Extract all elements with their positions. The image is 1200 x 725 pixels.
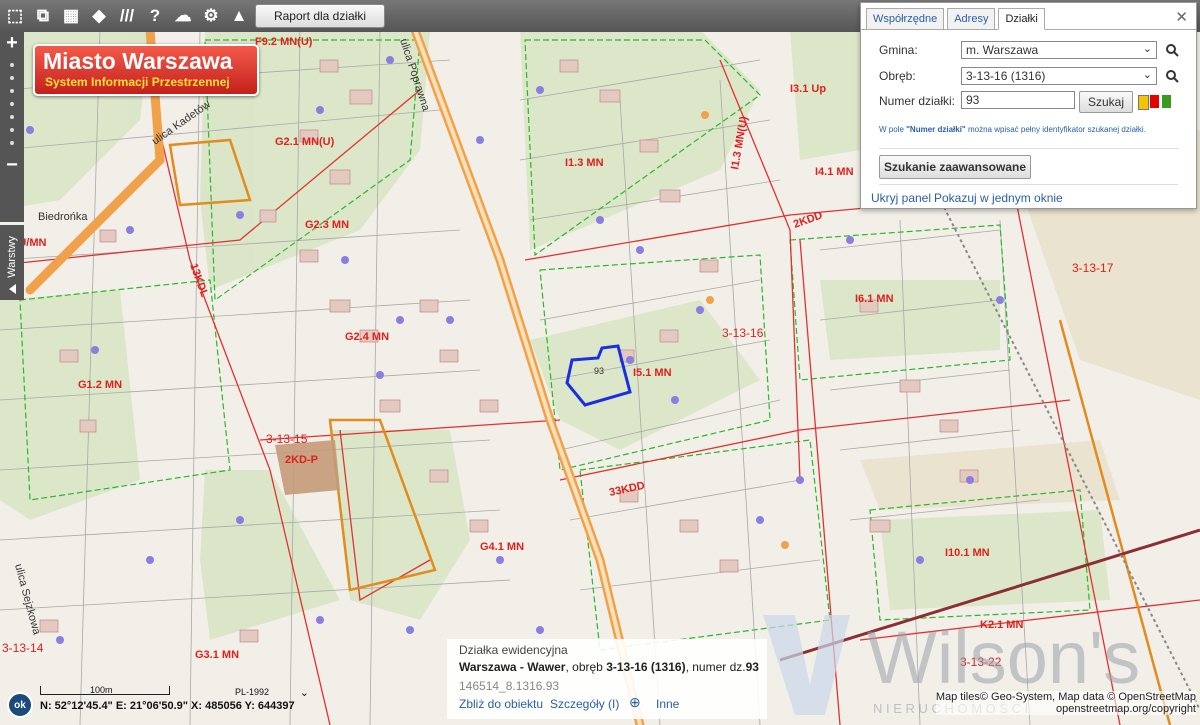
city-logo: Miasto Warszawa System Informacji Przest… bbox=[33, 44, 259, 96]
logo-subtitle: System Informacji Przestrzennej bbox=[45, 75, 230, 89]
map-label: 93 bbox=[594, 366, 604, 376]
zoom-level-dot[interactable] bbox=[10, 63, 14, 67]
map-label: G3.1 MN bbox=[195, 649, 239, 661]
settings-icon[interactable]: ⚙ bbox=[198, 4, 224, 28]
cloud-icon[interactable]: ☁ bbox=[170, 4, 196, 28]
numer-label: Numer działki: bbox=[879, 94, 956, 108]
gmina-label: Gmina: bbox=[879, 43, 918, 57]
divider bbox=[879, 148, 1178, 149]
zoom-level-dot[interactable] bbox=[10, 76, 14, 80]
zoom-window-icon[interactable]: ⧉ bbox=[30, 4, 56, 28]
map-label: G2.4 MN bbox=[345, 331, 389, 343]
map-label: I10.1 MN bbox=[945, 547, 990, 559]
map-label: I5.1 MN bbox=[633, 367, 672, 379]
zoom-level-dot[interactable] bbox=[10, 89, 14, 93]
map-label: G2.1 MN(U) bbox=[275, 136, 335, 148]
divider bbox=[879, 184, 1178, 185]
color-swatch-red[interactable] bbox=[1150, 95, 1159, 108]
zoom-to-object-link[interactable]: Zbliż do obiektu bbox=[459, 697, 543, 711]
layers-tab-label: Warstwy bbox=[6, 236, 18, 278]
scale-label: 100m bbox=[90, 685, 113, 695]
ok-button[interactable]: ok bbox=[7, 692, 33, 718]
chevron-down-icon: ⌄ bbox=[1142, 43, 1152, 55]
info-description: Warszawa - Wawer, obręb 3-13-16 (1316), … bbox=[459, 660, 759, 674]
chevron-down-icon: ⌄ bbox=[1142, 69, 1152, 81]
plus-circle-icon[interactable]: ⊕ bbox=[629, 694, 641, 711]
search-hint: W pole "Numer działki" można wpisać pełn… bbox=[879, 125, 1146, 134]
measure-icon[interactable]: /// bbox=[114, 4, 140, 28]
search-panel: Współrzędne Adresy Działki ✕ Gmina: m. W… bbox=[860, 2, 1197, 209]
grid-layout-icon[interactable]: ▦ bbox=[58, 4, 84, 28]
search-button[interactable]: Szukaj bbox=[1079, 91, 1133, 113]
map-attribution: Map tiles© Geo-System, Map data © OpenSt… bbox=[935, 691, 1196, 715]
parcel-id: 146514_8.1316.93 bbox=[459, 679, 560, 693]
map-label: I4.1 MN bbox=[815, 166, 854, 178]
report-button[interactable]: Raport dla działki bbox=[255, 4, 385, 28]
zoom-level-dot[interactable] bbox=[10, 128, 14, 132]
panel-tabs: Współrzędne Adresy Działki bbox=[866, 8, 1048, 30]
logo-title: Miasto Warszawa bbox=[43, 48, 233, 74]
layers-tab[interactable]: Warstwy bbox=[0, 225, 24, 300]
details-link[interactable]: Szczegóły (I) bbox=[550, 697, 619, 711]
map-label: G2.3 MN bbox=[305, 219, 349, 231]
color-swatch-green[interactable] bbox=[1162, 95, 1171, 108]
map-label: 3-13-14 bbox=[2, 641, 44, 655]
tab-coordinates[interactable]: Współrzędne bbox=[866, 8, 945, 30]
info-title: Działka ewidencyjna bbox=[459, 643, 568, 657]
single-window-link[interactable]: Pokazuj w jednym oknie bbox=[934, 191, 1063, 205]
map-label: 3-13-15 bbox=[266, 432, 308, 446]
map-label: Biedrońka bbox=[38, 211, 88, 223]
numer-input[interactable]: 93 bbox=[961, 91, 1075, 109]
map-label: G1.2 MN bbox=[78, 379, 122, 391]
help-icon[interactable]: ? bbox=[142, 4, 168, 28]
zoom-level-dot[interactable] bbox=[10, 102, 14, 106]
advanced-search-button[interactable]: Szukanie zaawansowane bbox=[879, 155, 1031, 179]
tab-addresses[interactable]: Adresy bbox=[947, 8, 996, 30]
projection-select[interactable]: PL-1992 ⌄ bbox=[205, 684, 311, 700]
map-label: 3-13-17 bbox=[1072, 261, 1114, 275]
cursor-frame-icon[interactable]: ⬚ bbox=[2, 4, 28, 28]
obreb-label: Obręb: bbox=[879, 69, 916, 83]
close-icon[interactable]: ✕ bbox=[1175, 8, 1188, 26]
ruler-icon[interactable]: ◆ bbox=[86, 4, 112, 28]
coordinates-readout: N: 52°12'45.4" E: 21°06'50.9" X: 485056 … bbox=[40, 700, 295, 712]
zoom-out-button[interactable]: − bbox=[0, 154, 24, 176]
map-label: 3-13-16 bbox=[722, 326, 764, 340]
search-icon[interactable] bbox=[1165, 69, 1179, 83]
obreb-value: 3-13-16 (1316) bbox=[966, 69, 1046, 83]
other-link[interactable]: Inne bbox=[656, 697, 679, 711]
obreb-select[interactable]: 3-13-16 (1316) ⌄ bbox=[961, 67, 1157, 85]
map-label: G4.1 MN bbox=[480, 541, 524, 553]
triangle-left-icon bbox=[8, 284, 16, 294]
zoom-level-dot[interactable] bbox=[10, 115, 14, 119]
watermark-brand: Wilson's bbox=[867, 616, 1140, 699]
map-label: F9.2 MN(U) bbox=[255, 36, 313, 48]
zoom-control: + − bbox=[0, 32, 24, 222]
map-label: I3.1 Up bbox=[790, 83, 826, 95]
zoom-in-button[interactable]: + bbox=[0, 32, 24, 54]
chevron-down-icon: ⌄ bbox=[299, 686, 309, 699]
terrain-icon[interactable]: ▲ bbox=[226, 4, 252, 28]
hide-panel-link[interactable]: Ukryj panel bbox=[871, 191, 931, 205]
gmina-select[interactable]: m. Warszawa ⌄ bbox=[961, 41, 1157, 59]
zoom-level-dot[interactable] bbox=[10, 141, 14, 145]
gmina-value: m. Warszawa bbox=[966, 43, 1039, 57]
projection-value: PL-1992 bbox=[235, 687, 270, 697]
map-label: I1.3 MN bbox=[565, 157, 604, 169]
map-label: 2KD-P bbox=[285, 454, 318, 466]
search-icon[interactable] bbox=[1165, 43, 1179, 57]
parcel-info-box: Działka ewidencyjna Warszawa - Wawer, ob… bbox=[447, 639, 767, 719]
map-label: I6.1 MN bbox=[855, 293, 894, 305]
color-swatch-yellow[interactable] bbox=[1138, 95, 1149, 110]
tab-parcels[interactable]: Działki bbox=[998, 8, 1045, 30]
